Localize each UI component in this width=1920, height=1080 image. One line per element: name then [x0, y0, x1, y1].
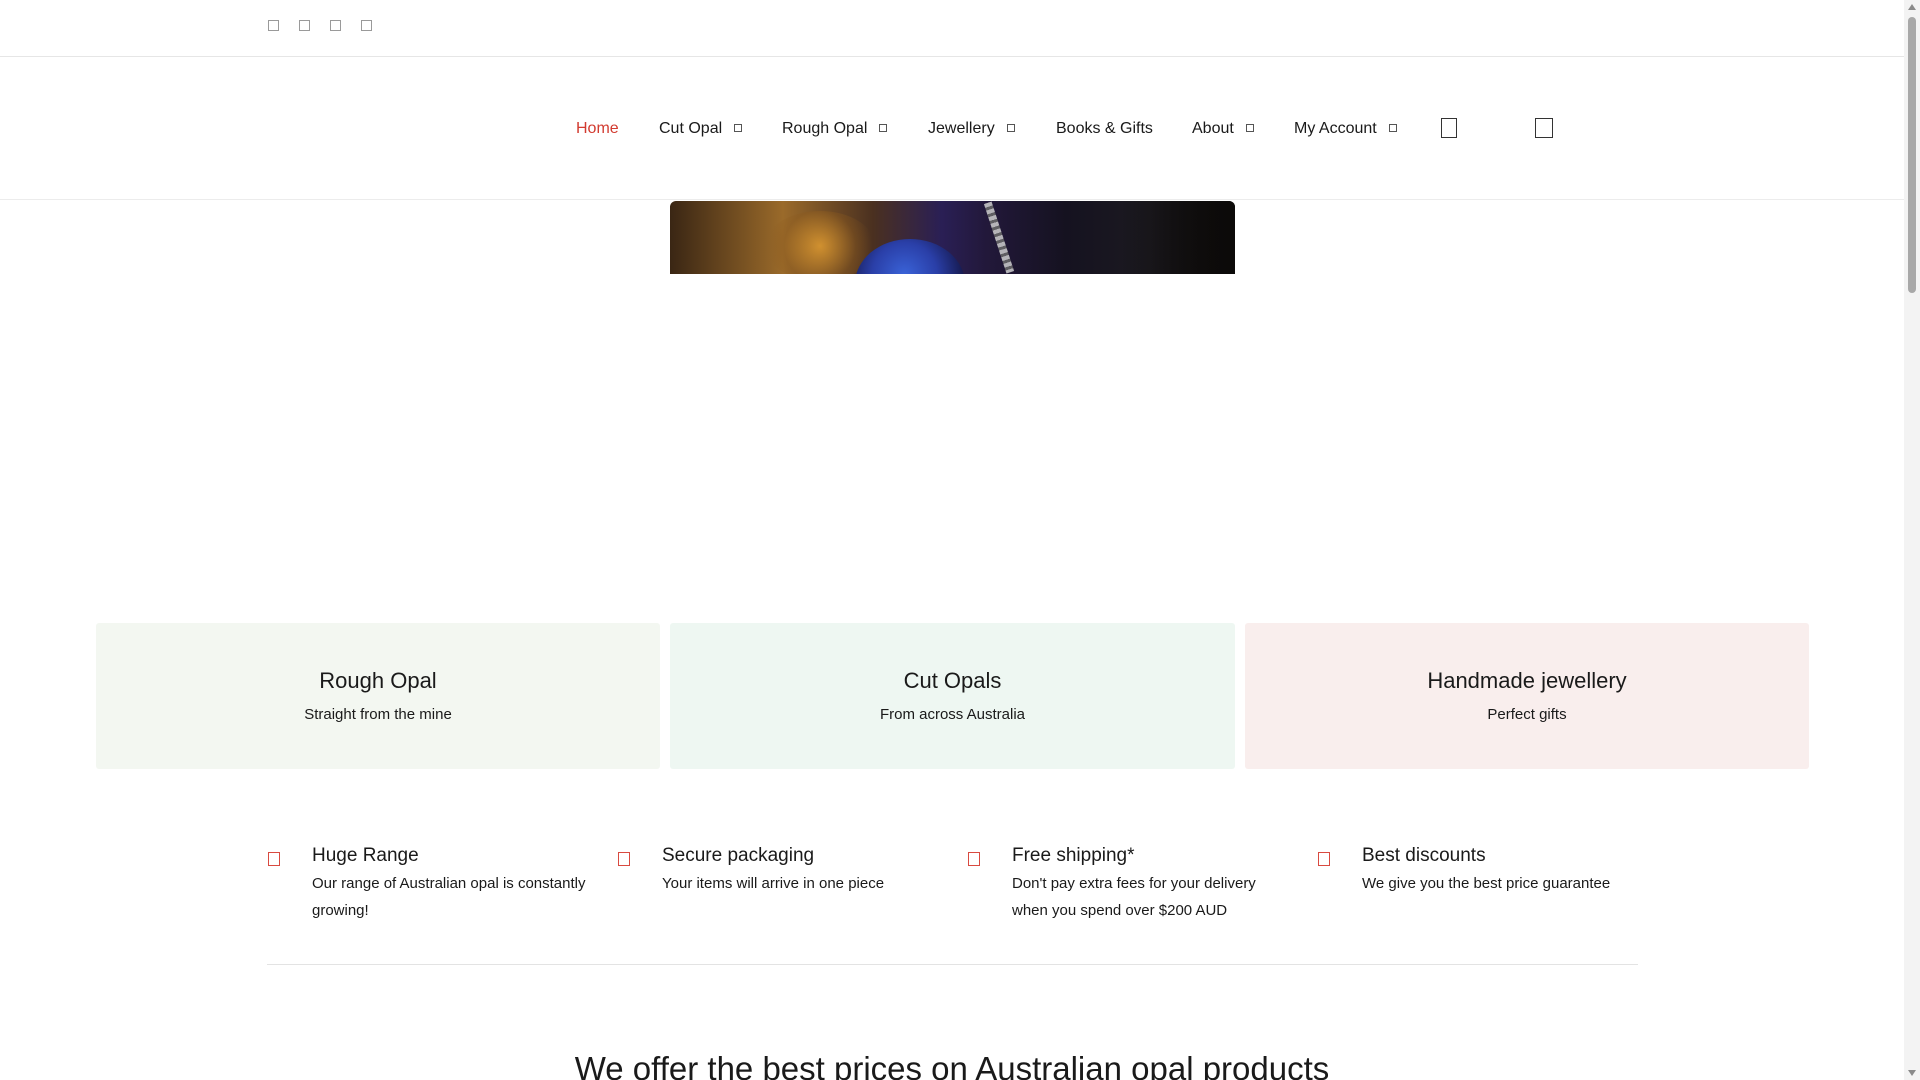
feature-title: Free shipping*: [1012, 845, 1135, 866]
scrollbar-thumb[interactable]: [1908, 17, 1916, 293]
section-divider: [267, 964, 1638, 965]
chevron-down-icon: [1388, 124, 1397, 132]
feature-title: Best discounts: [1362, 845, 1486, 866]
scroll-down-arrow-icon[interactable]: [1908, 1070, 1916, 1076]
nav-item-label: My Account: [1294, 120, 1377, 137]
feature-text: We give you the best price guarantee: [1362, 875, 1611, 892]
category-title: Handmade jewellery: [1427, 668, 1627, 693]
chevron-down-icon: [879, 124, 888, 132]
chevron-down-icon: [1245, 124, 1254, 132]
nav-item-label: Jewellery: [928, 120, 995, 137]
main-nav: Home Cut Opal Rough Opal Jewellery Books…: [0, 119, 1904, 139]
category-card-rough-opal[interactable]: Rough Opal Straight from the mine: [96, 623, 660, 769]
scroll-up-arrow-icon[interactable]: [1908, 4, 1916, 10]
category-subtitle: Perfect gifts: [1487, 706, 1567, 723]
site-header: Home Cut Opal Rough Opal Jewellery Books…: [0, 57, 1904, 200]
category-card-handmade-jewellery[interactable]: Handmade jewellery Perfect gifts: [1245, 623, 1809, 769]
category-card-cut-opals[interactable]: Cut Opals From across Australia: [670, 623, 1235, 769]
top-bar: [0, 0, 1904, 57]
chevron-down-icon: [1006, 124, 1015, 132]
chevron-down-icon: [734, 124, 743, 132]
nav-item-jewellery[interactable]: Jewellery: [928, 119, 1015, 139]
nav-item-cut-opal[interactable]: Cut Opal: [659, 119, 743, 139]
category-title: Rough Opal: [319, 668, 437, 693]
hero-glow: [765, 211, 875, 274]
feature-title: Huge Range: [312, 845, 419, 866]
nav-item-label: About: [1192, 120, 1234, 137]
section-heading: We offer the best prices on Australian o…: [574, 1050, 1330, 1080]
discount-icon: [1318, 852, 1330, 866]
nav-item-about[interactable]: About: [1192, 119, 1254, 139]
shipping-icon: [968, 852, 980, 866]
nav-item-my-account[interactable]: My Account: [1294, 119, 1397, 139]
instagram-icon[interactable]: [299, 20, 310, 31]
nav-item-label: Books & Gifts: [1056, 120, 1153, 137]
hero-chain: [983, 201, 1015, 274]
nav-item-label: Home: [576, 120, 619, 137]
feature-title: Secure packaging: [662, 845, 815, 866]
range-icon: [268, 852, 280, 866]
search-icon[interactable]: [1441, 118, 1457, 138]
nav-item-books-gifts[interactable]: Books & Gifts: [1056, 119, 1153, 139]
nav-item-rough-opal[interactable]: Rough Opal: [782, 119, 888, 139]
feature-text: Your items will arrive in one piece: [662, 875, 885, 892]
nav-item-label: Rough Opal: [782, 120, 868, 137]
category-subtitle: Straight from the mine: [304, 706, 452, 723]
feature-text: Don't pay extra fees for your delivery w…: [1012, 875, 1256, 919]
cart-icon[interactable]: [1535, 118, 1553, 138]
facebook-icon[interactable]: [268, 20, 279, 31]
category-title: Cut Opals: [903, 668, 1002, 693]
hero-shadow: [1120, 201, 1235, 274]
youtube-icon[interactable]: [361, 20, 372, 31]
social-links: [268, 20, 372, 31]
twitter-icon[interactable]: [330, 20, 341, 31]
nav-item-label: Cut Opal: [659, 120, 723, 137]
hero-image: [670, 201, 1235, 274]
page-scrollbar[interactable]: [1904, 0, 1920, 1080]
nav-item-home[interactable]: Home: [576, 119, 619, 139]
feature-text: Our range of Australian opal is constant…: [312, 875, 586, 919]
package-icon: [618, 852, 630, 866]
category-subtitle: From across Australia: [879, 706, 1026, 723]
